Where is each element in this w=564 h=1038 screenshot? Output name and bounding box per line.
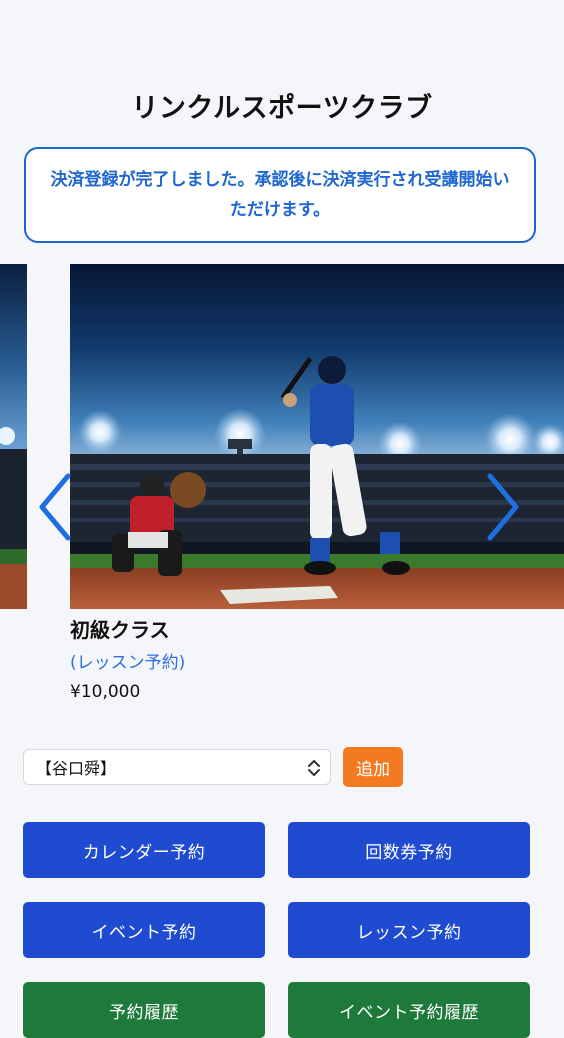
event-booking-history-button[interactable]: イベント予約履歴 <box>288 982 530 1038</box>
member-select[interactable]: 【谷口舜】 <box>23 749 331 785</box>
chevron-left-icon[interactable] <box>34 472 74 542</box>
notice-message: 決済登録が完了しました。承認後に決済実行され受講開始いただけます。 <box>50 170 510 220</box>
lesson-booking-button[interactable]: レッスン予約 <box>288 902 530 958</box>
add-button[interactable]: 追加 <box>343 747 403 787</box>
chevron-right-icon[interactable] <box>484 472 524 542</box>
payment-notice: 決済登録が完了しました。承認後に決済実行され受講開始いただけます。 <box>24 147 536 243</box>
course-name: 初級クラス <box>70 618 170 642</box>
carousel-slide-prev[interactable] <box>0 264 27 609</box>
lesson-booking-link[interactable]: (レッスン予約) <box>70 648 185 673</box>
updown-chevron-icon <box>308 760 320 776</box>
image-carousel[interactable] <box>0 264 564 609</box>
calendar-booking-button[interactable]: カレンダー予約 <box>23 822 265 878</box>
baseball-stadium-photo <box>70 264 564 609</box>
ticket-booking-button[interactable]: 回数券予約 <box>288 822 530 878</box>
member-select-value: 【谷口舜】 <box>36 759 117 778</box>
carousel-slide-main[interactable] <box>70 264 564 609</box>
event-booking-button[interactable]: イベント予約 <box>23 902 265 958</box>
page-title: リンクルスポーツクラブ <box>131 93 433 124</box>
course-price: ¥10,000 <box>70 682 141 702</box>
booking-history-button[interactable]: 予約履歴 <box>23 982 265 1038</box>
